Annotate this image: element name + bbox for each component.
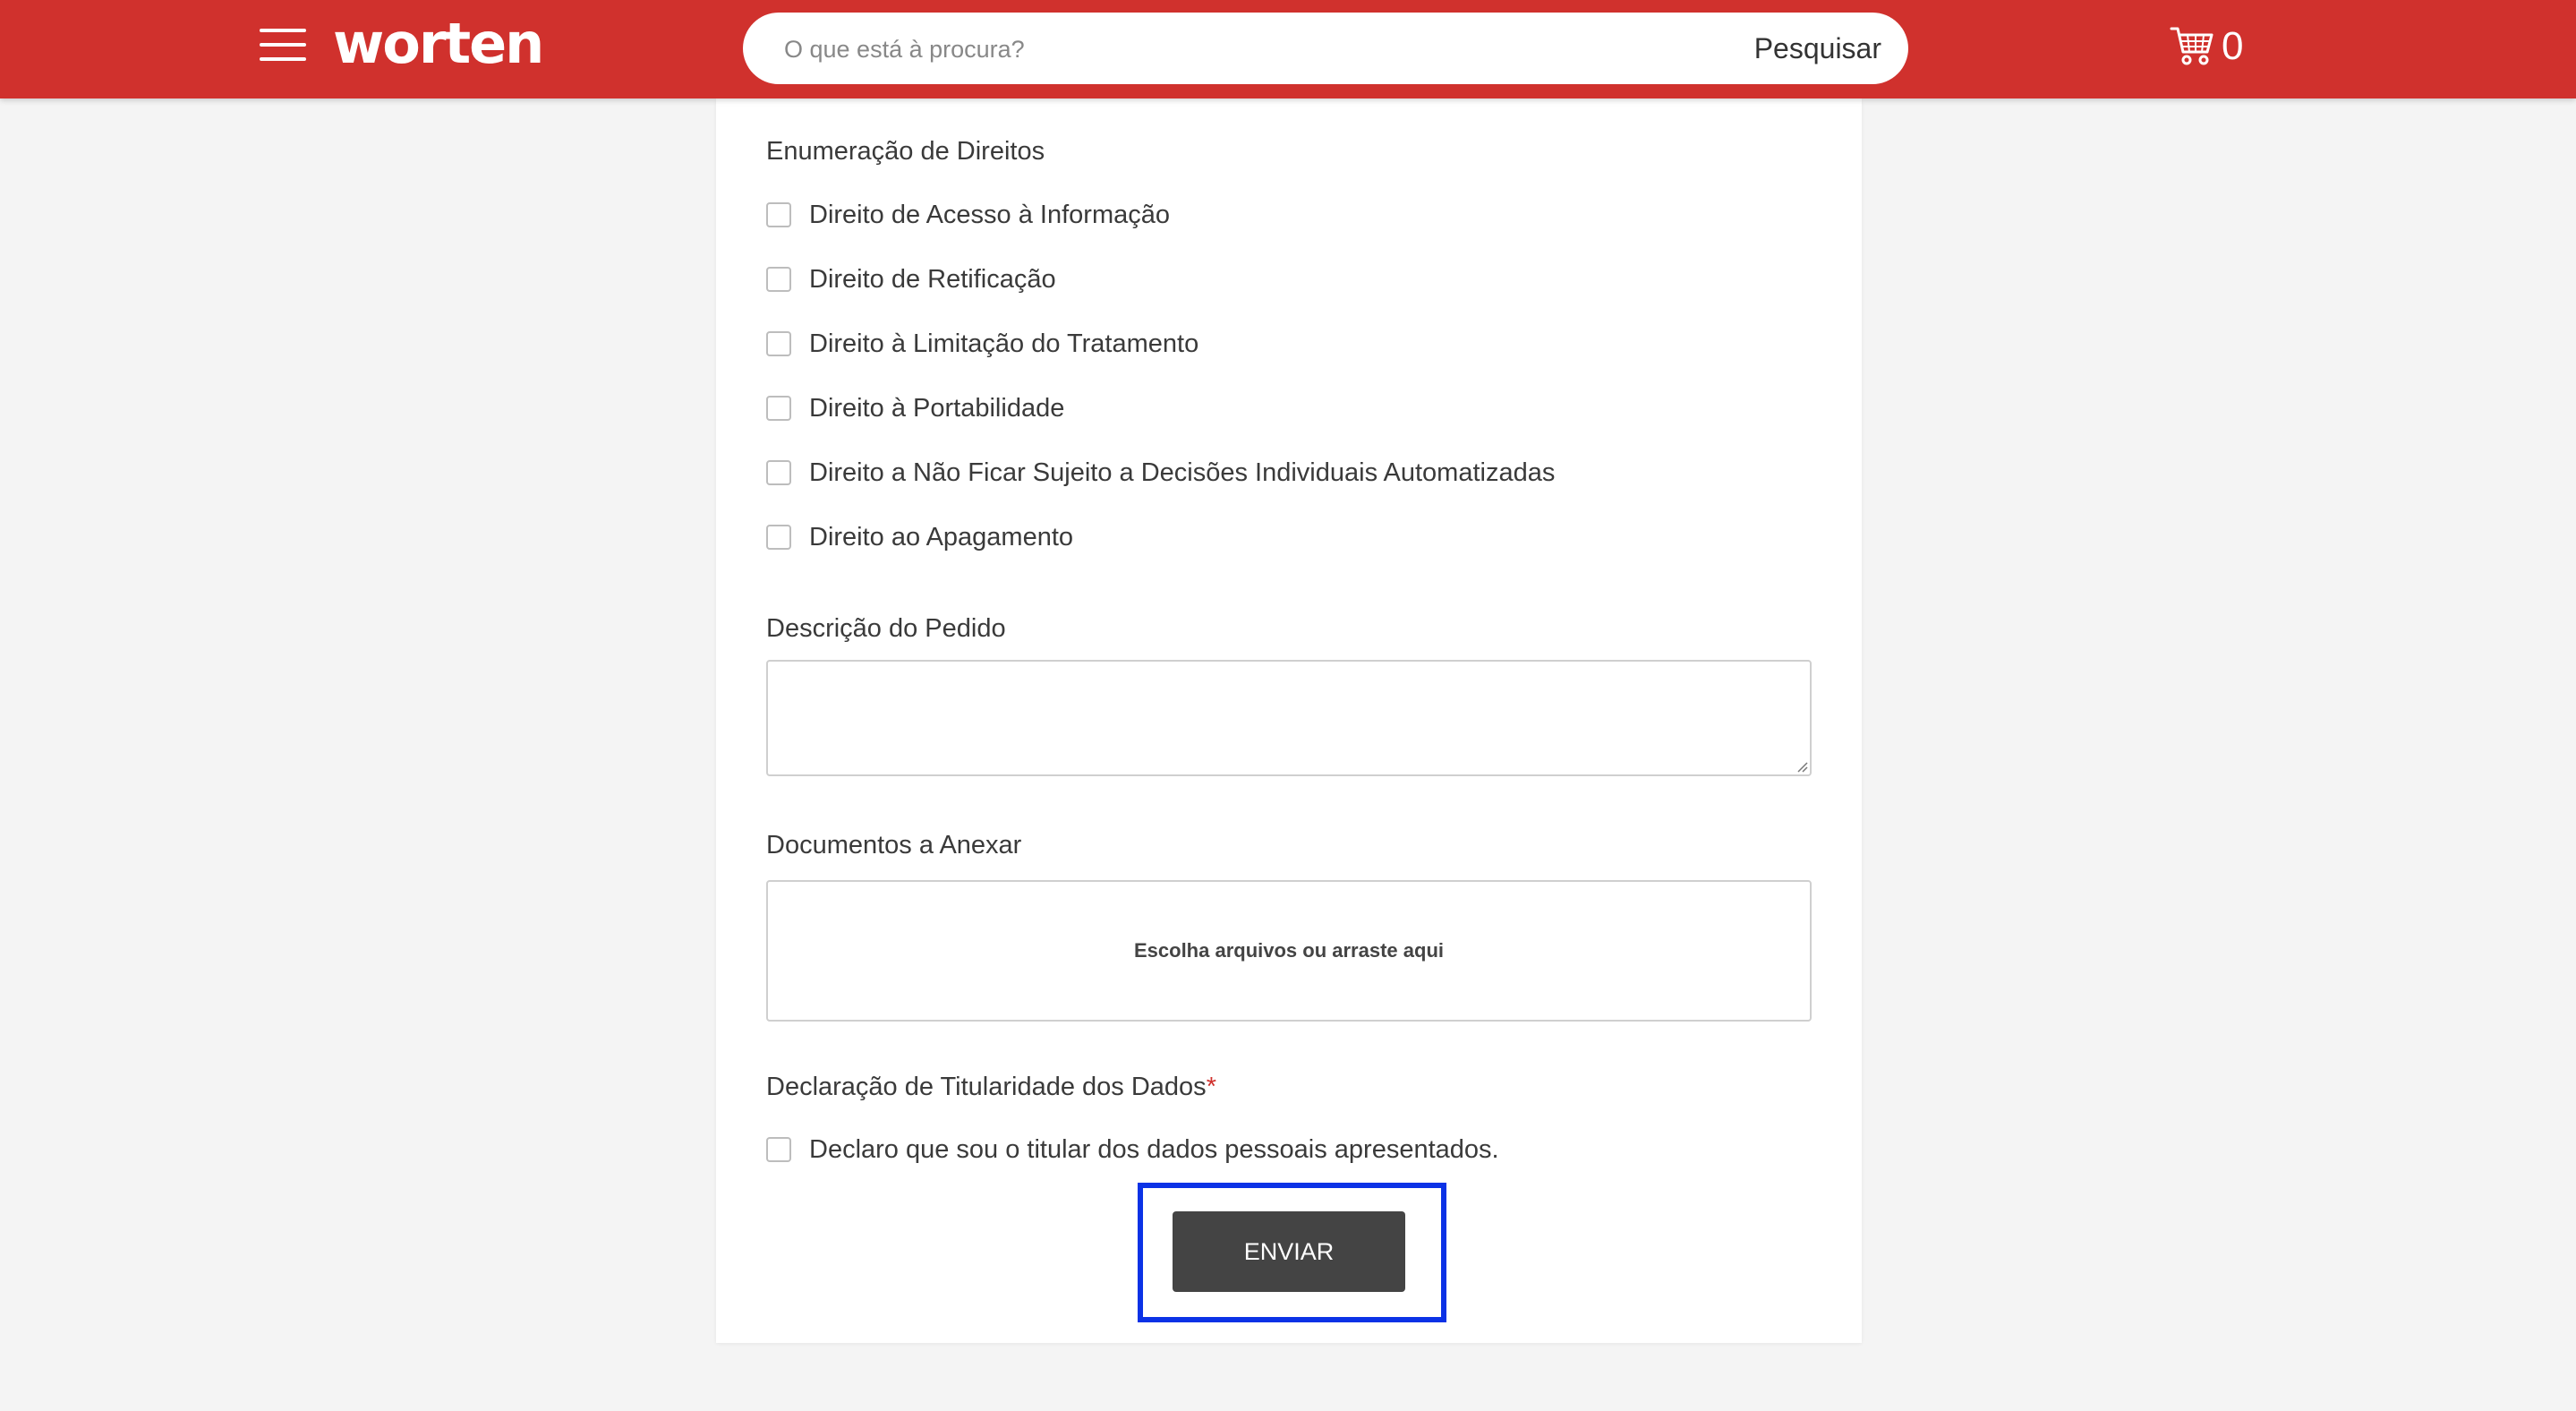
checkbox[interactable]	[766, 202, 791, 227]
declaration-label: Declaração de Titularidade dos Dados*	[766, 1073, 1216, 1102]
declaration-label-text: Declaração de Titularidade dos Dados	[766, 1073, 1207, 1101]
checkbox-label: Direito de Acesso à Informação	[809, 200, 1170, 229]
checkbox[interactable]	[766, 460, 791, 485]
rights-section-title: Enumeração de Direitos	[766, 137, 1045, 166]
cart-count: 0	[2222, 24, 2244, 68]
description-label: Descrição do Pedido	[766, 614, 1006, 643]
resize-grip-icon[interactable]	[1794, 758, 1808, 773]
file-dropzone[interactable]: Escolha arquivos ou arraste aqui	[766, 880, 1812, 1022]
checkbox[interactable]	[766, 1137, 791, 1162]
right-automated-decisions-checkbox[interactable]: Direito a Não Ficar Sujeito a Decisões I…	[766, 457, 1555, 489]
checkbox-label: Direito de Retificação	[809, 264, 1056, 294]
submit-button[interactable]: ENVIAR	[1173, 1211, 1405, 1292]
shopping-cart-icon	[2170, 27, 2213, 65]
top-navigation-bar: worten Pesquisar 0	[0, 0, 2576, 98]
right-access-checkbox[interactable]: Direito de Acesso à Informação	[766, 199, 1170, 231]
checkbox-label: Declaro que sou o titular dos dados pess…	[809, 1134, 1499, 1164]
worten-logo[interactable]: worten	[333, 13, 544, 75]
checkbox-label: Direito à Portabilidade	[809, 393, 1065, 423]
search-input[interactable]	[782, 29, 1681, 70]
dropzone-text: Escolha arquivos ou arraste aqui	[1133, 939, 1444, 962]
checkbox[interactable]	[766, 396, 791, 421]
right-rectification-checkbox[interactable]: Direito de Retificação	[766, 263, 1056, 295]
right-erasure-checkbox[interactable]: Direito ao Apagamento	[766, 521, 1073, 553]
right-limitation-checkbox[interactable]: Direito à Limitação do Tratamento	[766, 328, 1198, 360]
declaration-checkbox-row[interactable]: Declaro que sou o titular dos dados pess…	[766, 1133, 1499, 1166]
hamburger-menu-icon[interactable]	[260, 27, 308, 63]
checkbox-label: Direito ao Apagamento	[809, 522, 1074, 552]
attachments-label: Documentos a Anexar	[766, 831, 1022, 859]
search-bar: Pesquisar	[743, 13, 1908, 84]
search-button[interactable]: Pesquisar	[1754, 29, 1881, 68]
checkbox[interactable]	[766, 331, 791, 356]
checkbox[interactable]	[766, 525, 791, 550]
checkbox[interactable]	[766, 267, 791, 292]
required-mark: *	[1206, 1073, 1216, 1101]
checkbox-label: Direito à Limitação do Tratamento	[809, 329, 1199, 358]
description-textarea[interactable]	[766, 660, 1812, 776]
checkbox-label: Direito a Não Ficar Sujeito a Decisões I…	[809, 458, 1556, 487]
right-portability-checkbox[interactable]: Direito à Portabilidade	[766, 392, 1064, 424]
